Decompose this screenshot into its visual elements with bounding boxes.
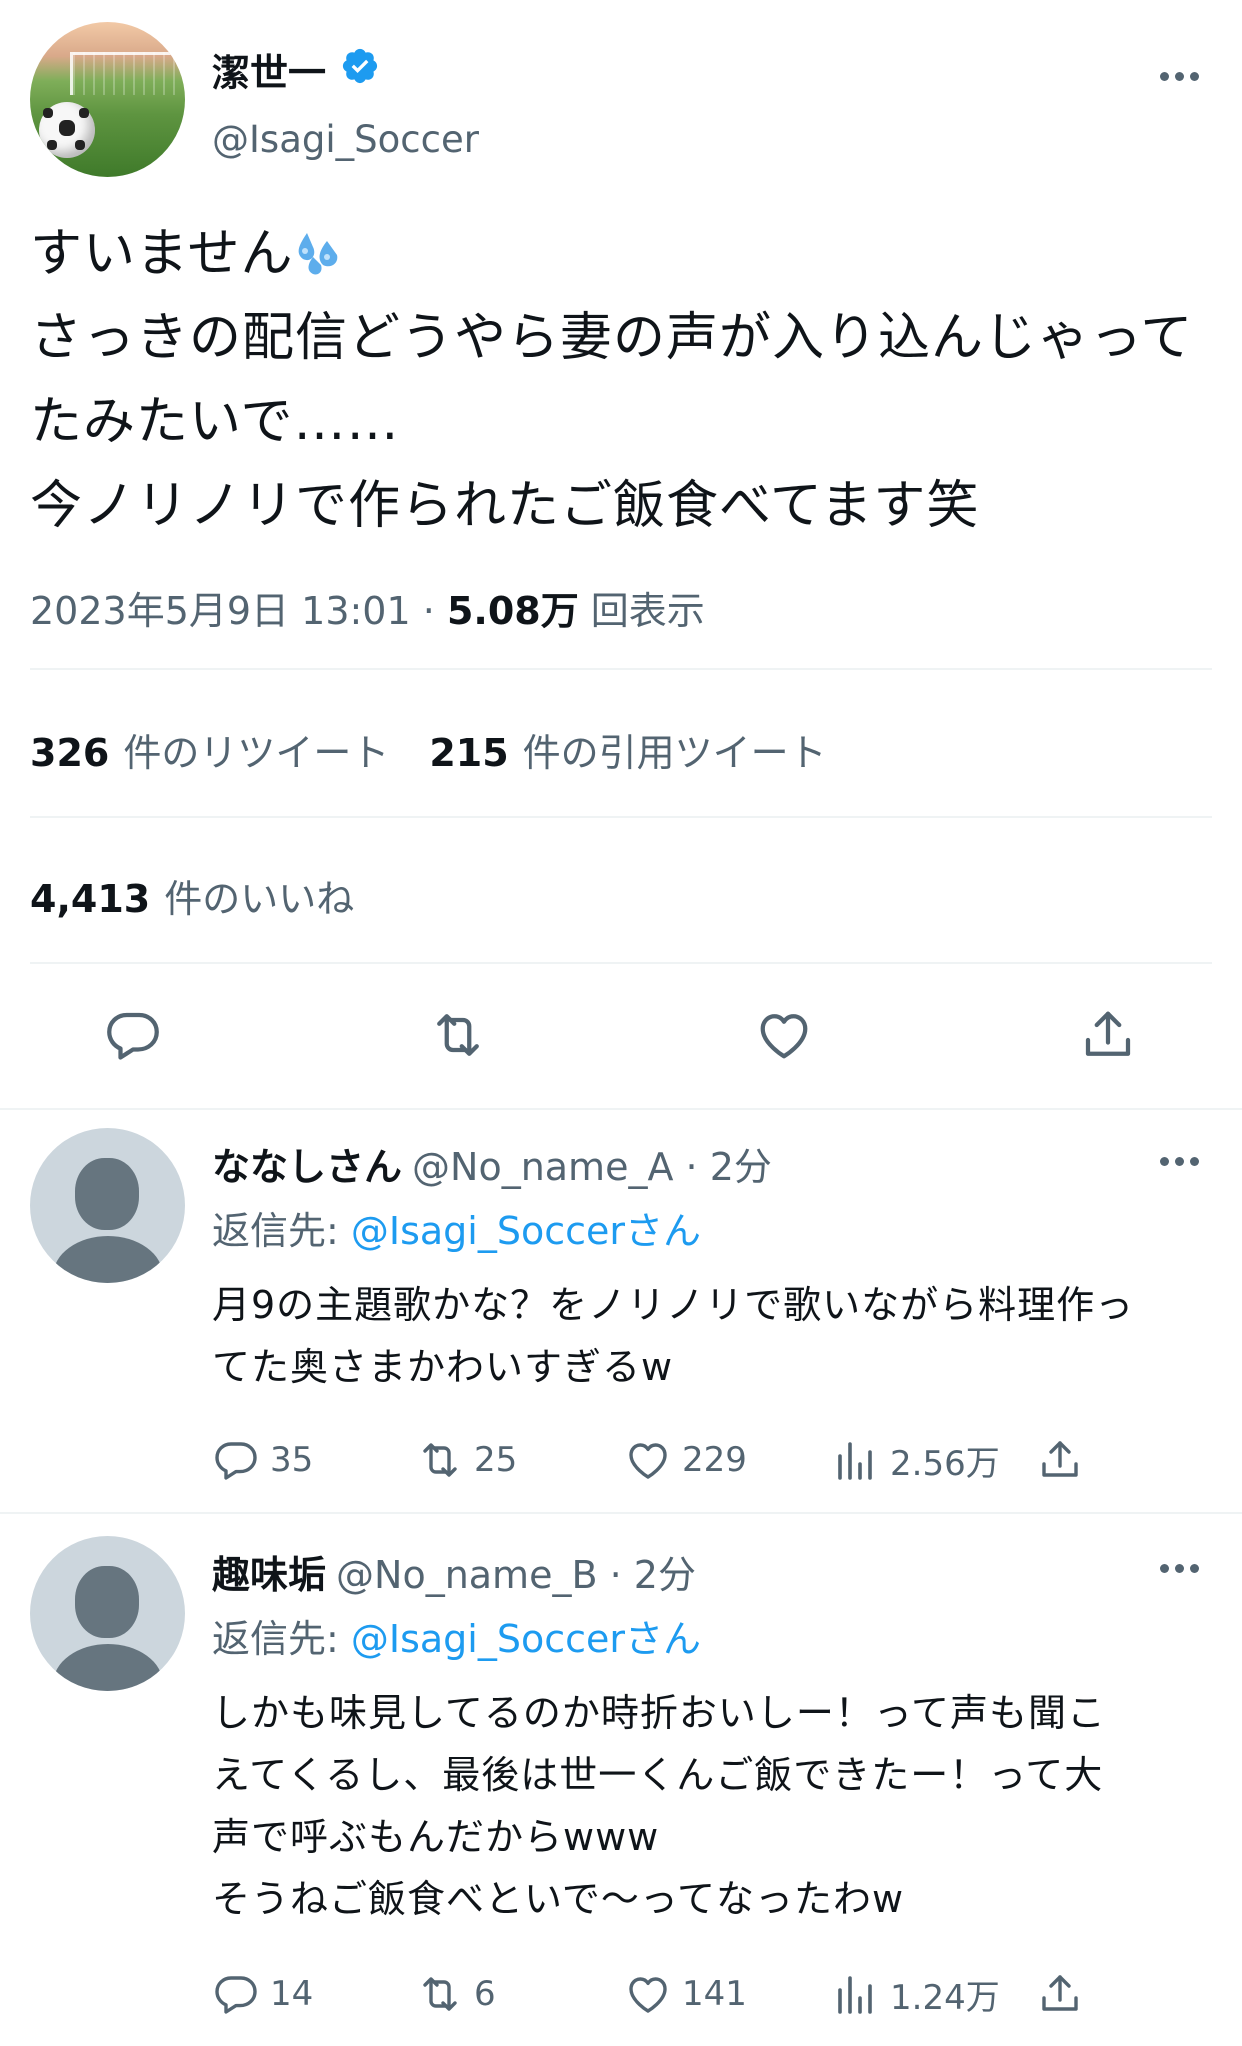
like-count: 229 <box>682 1440 747 1480</box>
more-icon[interactable] <box>1160 1562 1200 1574</box>
retweet-icon[interactable] <box>428 1005 488 1065</box>
reply-author-name[interactable]: 趣味垢 <box>212 1553 326 1597</box>
share-icon <box>1042 1975 1078 2011</box>
divider <box>0 1512 1242 1514</box>
quote-count-link[interactable]: 215 件の引用ツイート <box>429 731 826 775</box>
tweet-timestamp[interactable]: 2023年5月9日 13:01 <box>30 589 411 633</box>
tweet-line-3: たみたいで…… <box>30 392 400 452</box>
author-handle[interactable]: @Isagi_Soccer <box>212 118 479 161</box>
share-icon <box>1042 1441 1078 1477</box>
reply-text: しかも味見してるのか時折おいしー！って声も聞こ えてくるし、最後は世一くんご飯で… <box>212 1691 1106 1921</box>
like-count: 4,413 <box>30 877 151 921</box>
quote-count-label: 件の引用ツイート <box>522 731 827 775</box>
view-count: 2.56万 <box>890 1443 1000 1484</box>
reply-text: 月9の主題歌かな？をノリノリで歌いながら料理作っ てた奥さまかわいすぎるw <box>212 1283 1135 1389</box>
goal-net-graphic <box>70 52 183 95</box>
retweet-stats: 326 件のリツイート 215 件の引用ツイート <box>30 722 827 777</box>
reply-icon[interactable] <box>103 1005 163 1065</box>
retweet-count: 6 <box>474 1974 496 2014</box>
views-chart-icon <box>838 1976 872 2014</box>
reply-time[interactable]: · 2分 <box>686 1145 772 1189</box>
like-icon <box>629 1443 667 1479</box>
reply-count: 35 <box>270 1440 314 1480</box>
reply-to-mention[interactable]: @Isagi_Soccerさん <box>351 1209 701 1253</box>
retweet-action[interactable]: 25 <box>416 1436 517 1484</box>
default-avatar-icon[interactable] <box>30 1128 185 1283</box>
divider <box>30 816 1212 818</box>
tweet-line-2: さっきの配信どうやら妻の声が入り込んじゃって <box>30 308 1194 368</box>
tweet-line-4: 今ノリノリで作られたご飯食べてます笑 <box>30 476 980 536</box>
retweet-count-label: 件のリツイート <box>123 731 390 775</box>
reply-action[interactable]: 14 <box>212 1970 313 2018</box>
like-count-label: 件のいいね <box>164 877 355 921</box>
reply-to-mention[interactable]: @Isagi_Soccerさん <box>351 1617 701 1661</box>
meta-separator: · <box>422 589 435 633</box>
divider <box>30 668 1212 670</box>
like-icon[interactable] <box>754 1005 814 1065</box>
like-action[interactable]: 229 <box>624 1436 747 1484</box>
reply-icon <box>215 1976 257 2014</box>
views-action[interactable]: 2.56万 <box>832 1436 1000 1484</box>
like-icon <box>629 1977 667 2013</box>
author-avatar[interactable] <box>30 22 185 177</box>
sweat-droplets-emoji <box>299 233 338 275</box>
reply-icon <box>215 1442 257 1480</box>
verified-badge-icon <box>342 48 378 84</box>
view-count: 5.08万 <box>446 589 579 633</box>
retweet-count-link[interactable]: 326 件のリツイート <box>30 731 389 775</box>
retweet-count: 25 <box>474 1440 518 1480</box>
tweet-detail-page: 潔世一 @Isagi_Soccer すいません さっきの配信どうやら妻の声が入り… <box>0 0 1242 2046</box>
retweet-icon <box>423 1443 457 1477</box>
soccer-ball-icon <box>39 102 95 158</box>
reply-header: 趣味垢 @No_name_B · 2分 <box>212 1544 696 1599</box>
reply-to-label: 返信先: <box>212 1209 351 1253</box>
reply-action[interactable]: 35 <box>212 1436 313 1484</box>
more-icon[interactable] <box>1160 70 1200 82</box>
reply-author-name[interactable]: ななしさん <box>212 1145 402 1189</box>
reply-author-handle[interactable]: @No_name_A <box>412 1145 673 1189</box>
quote-count: 215 <box>429 731 509 775</box>
reply-count: 14 <box>270 1974 314 2014</box>
reply-to-line: 返信先: @Isagi_Soccerさん <box>212 1608 701 1663</box>
reply-time[interactable]: · 2分 <box>610 1553 696 1597</box>
like-count: 141 <box>682 1974 747 2014</box>
reply-author-handle[interactable]: @No_name_B <box>336 1553 598 1597</box>
retweet-icon <box>423 1977 457 2011</box>
views-action[interactable]: 1.24万 <box>832 1970 1000 2018</box>
default-avatar-icon[interactable] <box>30 1536 185 1691</box>
view-count-label: 回表示 <box>590 589 705 633</box>
more-icon[interactable] <box>1160 1155 1200 1167</box>
divider <box>30 962 1212 964</box>
share-action[interactable] <box>1036 1436 1094 1484</box>
author-name[interactable]: 潔世一 <box>212 42 326 97</box>
like-stats[interactable]: 4,413 件のいいね <box>30 868 354 923</box>
views-chart-icon <box>838 1442 872 1480</box>
share-action[interactable] <box>1036 1970 1094 2018</box>
like-action[interactable]: 141 <box>624 1970 747 2018</box>
share-icon[interactable] <box>1078 1005 1138 1065</box>
retweet-action[interactable]: 6 <box>416 1970 496 2018</box>
retweet-count: 326 <box>30 731 110 775</box>
view-count: 1.24万 <box>890 1977 1000 2018</box>
reply-to-label: 返信先: <box>212 1617 351 1661</box>
tweet-line-1: すいません <box>30 224 294 284</box>
divider <box>0 1108 1242 1110</box>
tweet-meta: 2023年5月9日 13:01 · 5.08万 回表示 <box>30 580 705 635</box>
reply-to-line: 返信先: @Isagi_Soccerさん <box>212 1200 701 1255</box>
tweet-text: すいません さっきの配信どうやら妻の声が入り込んじゃって たみたいで…… 今ノリ… <box>30 212 1220 548</box>
reply-header: ななしさん @No_name_A · 2分 <box>212 1136 772 1191</box>
